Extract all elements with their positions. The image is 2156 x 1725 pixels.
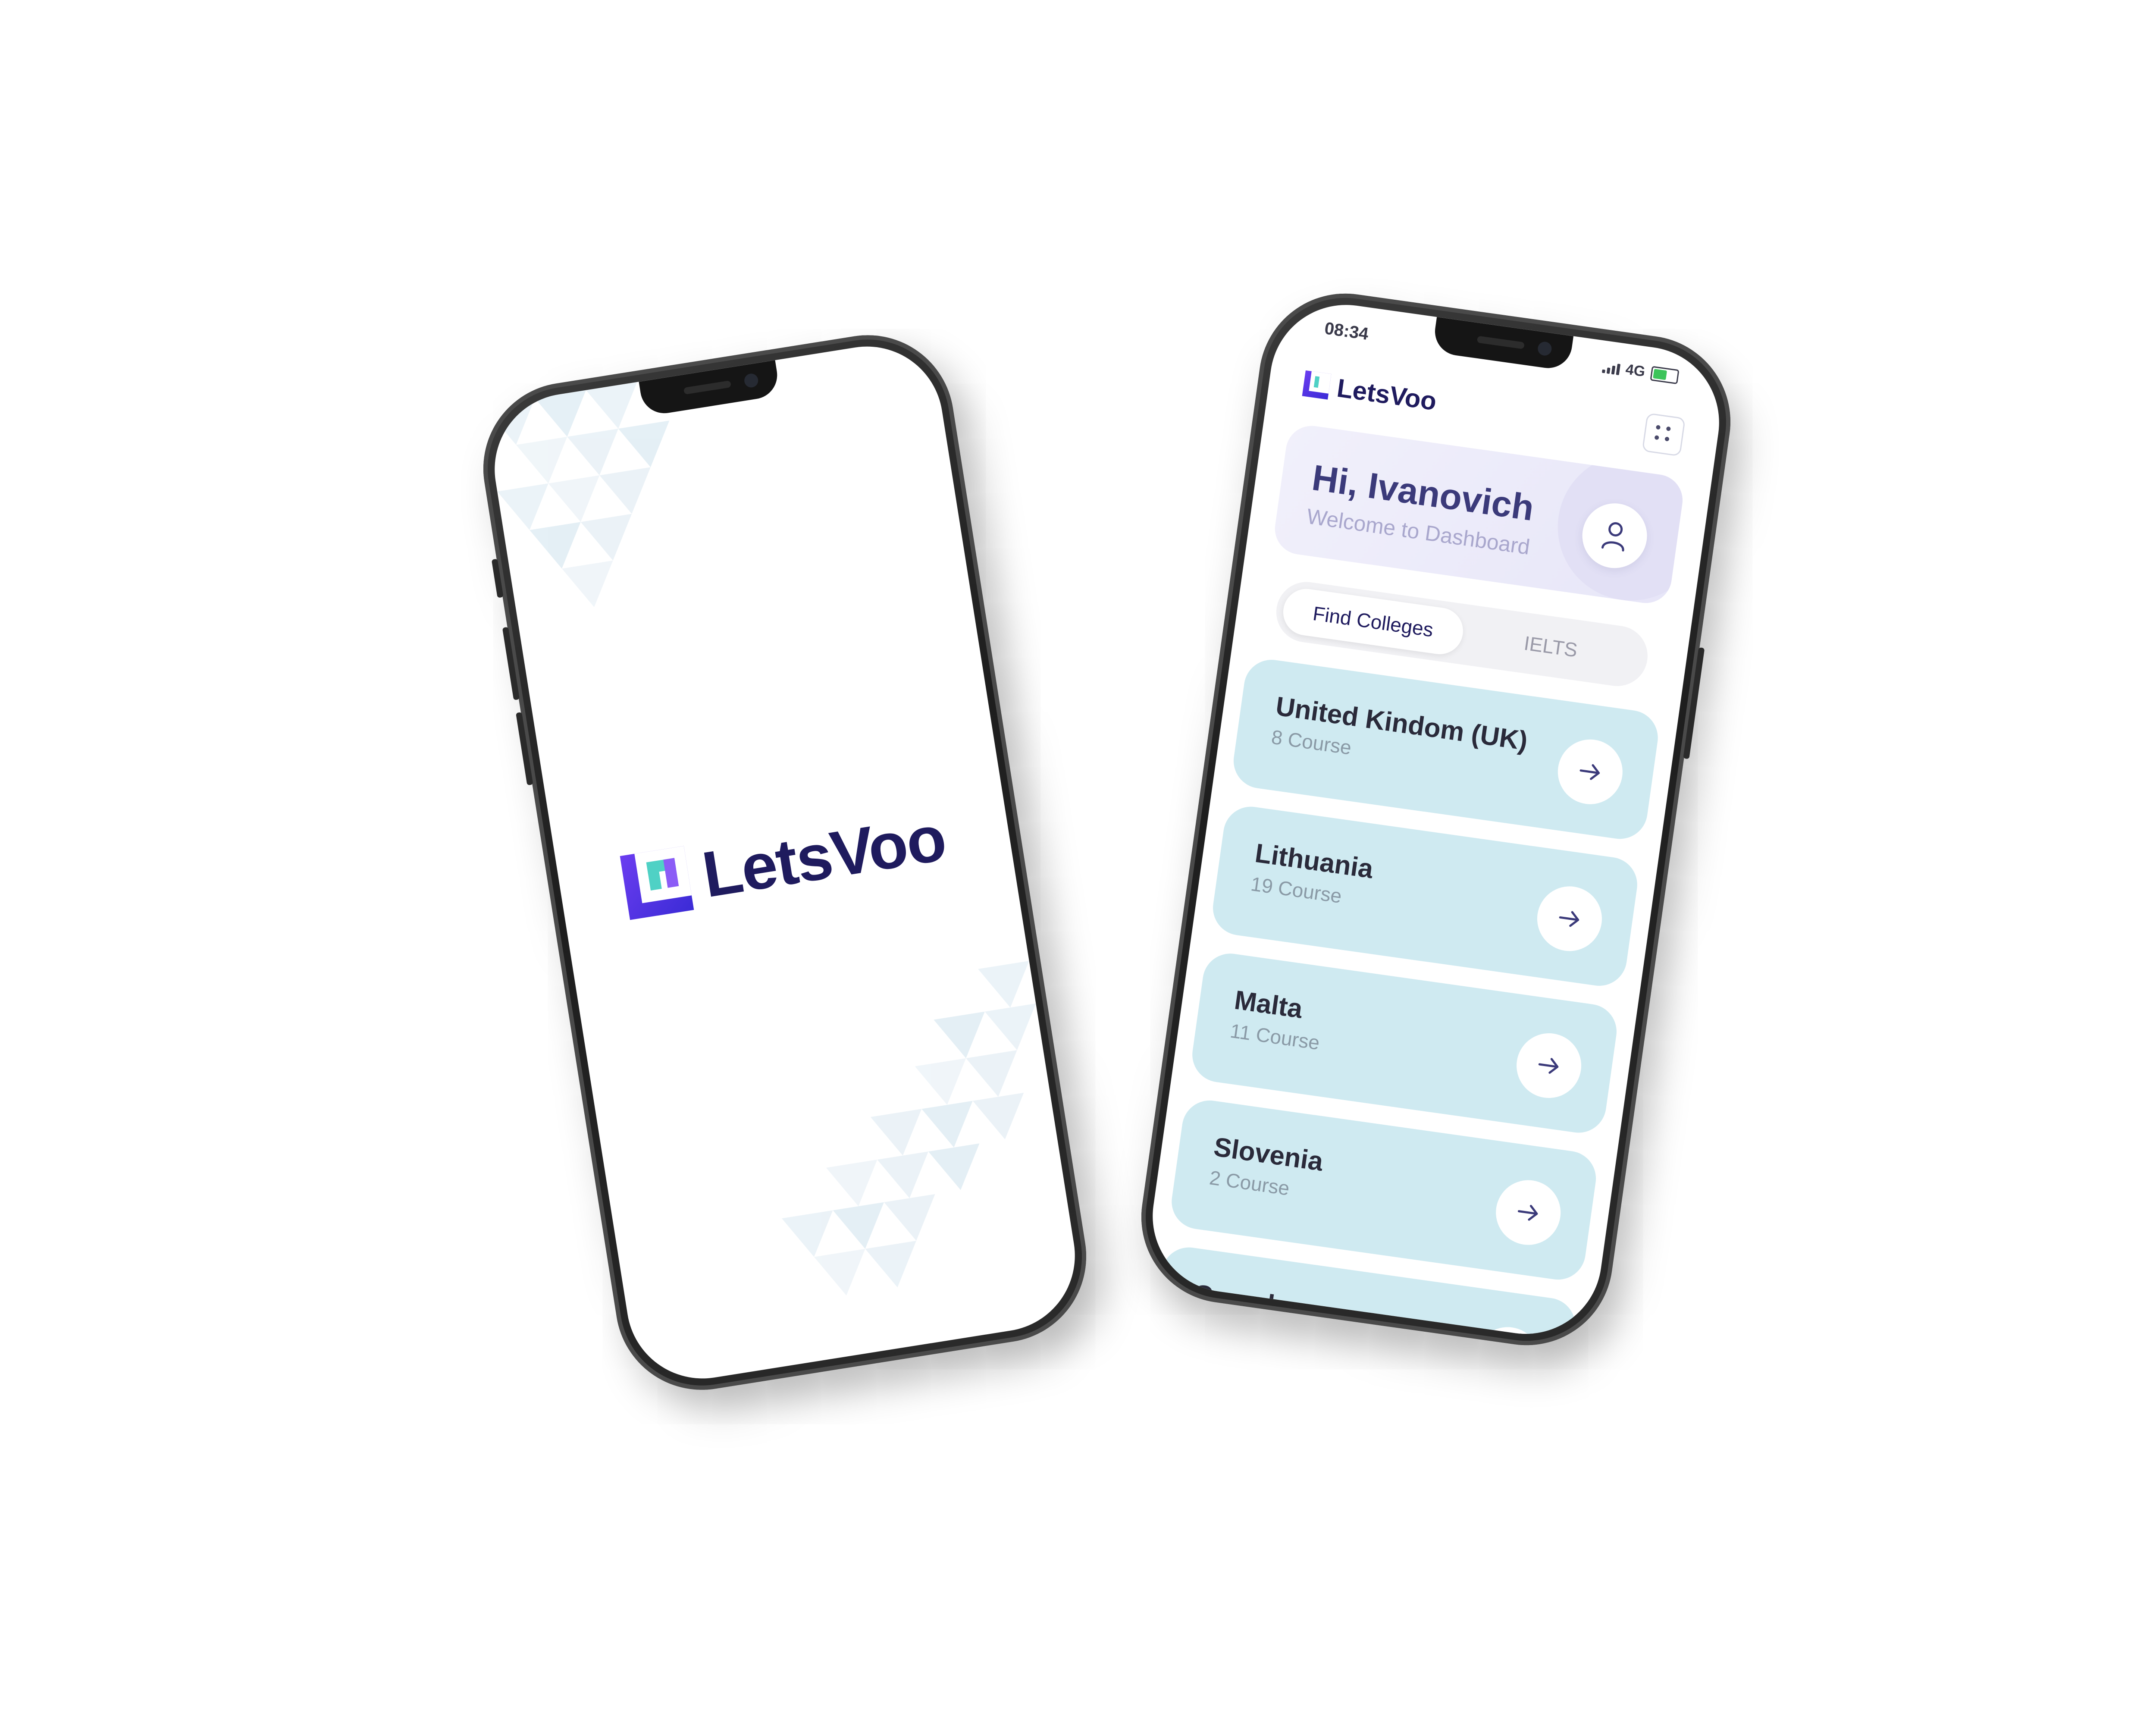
mute-switch [491,558,504,598]
logo-mark-icon [620,846,694,920]
status-time: 08:34 [1323,319,1370,344]
course-count: 6 Course [1187,1313,1270,1344]
arrow-right-icon [1579,764,1600,780]
open-country-button[interactable] [1471,1323,1545,1344]
country-name: Malta [1232,985,1304,1024]
header-brand: LetsVoo [1302,368,1438,417]
battery-icon [1650,366,1680,384]
country-list: United Kindom (UK) 8 Course Lithuania 19… [1145,656,1661,1344]
signal-icon [1601,360,1621,375]
splash-logo: LetsVoo [619,800,950,925]
splash-screen: LetsVoo [483,336,1086,1389]
phone-dashboard: 08:34 4G LetsVoo Hi, Ivanovich Welcome t… [1130,282,1742,1357]
tab-find-colleges[interactable]: Find Colleges [1280,586,1466,657]
triangle-pattern-bottom [782,961,1036,1296]
speaker [683,380,732,395]
network-label: 4G [1624,361,1646,380]
camera [1537,341,1553,357]
logo-mark-icon [1302,370,1332,400]
open-country-button[interactable] [1533,882,1606,956]
country-name: Canada [1191,1279,1291,1322]
arrow-right-icon [1538,1058,1559,1074]
camera [743,373,759,389]
grid-dots-icon[interactable] [1642,413,1686,457]
power-button [1683,647,1705,759]
open-country-button[interactable] [1492,1176,1565,1249]
dashboard-screen: 08:34 4G LetsVoo Hi, Ivanovich Welcome t… [1143,295,1729,1344]
course-count: 11 Course [1228,1019,1321,1054]
open-country-button[interactable] [1554,735,1627,809]
open-country-button[interactable] [1512,1029,1586,1102]
speaker [1476,336,1525,349]
phone-splash: LetsVoo [471,323,1099,1402]
tab-ielts[interactable]: IELTS [1458,611,1644,682]
volume-down-button [516,712,533,786]
user-icon [1601,522,1624,552]
splash-brand-name: LetsVoo [697,801,950,911]
arrow-right-icon [1517,1204,1538,1221]
arrow-right-icon [1559,911,1579,927]
volume-up-button [502,627,520,700]
status-right: 4G [1601,358,1680,385]
header-brand-name: LetsVoo [1335,373,1438,416]
